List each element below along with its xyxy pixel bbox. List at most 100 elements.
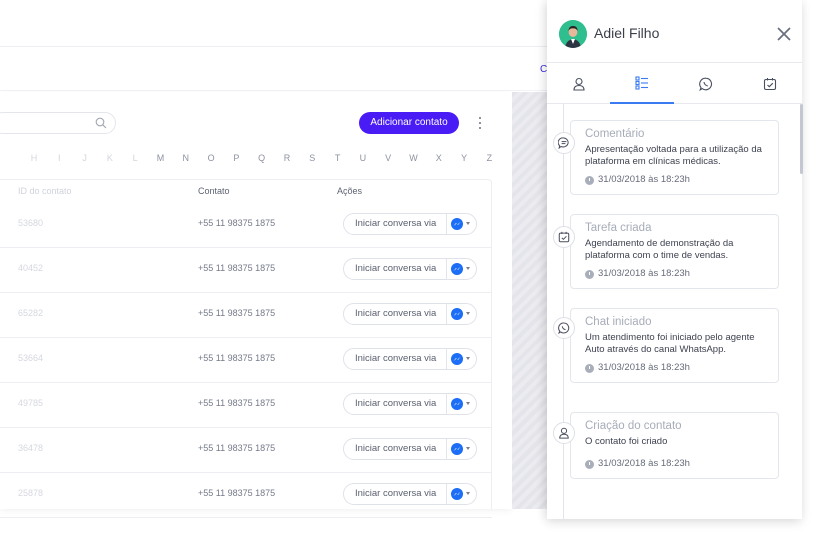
contact-phone: +55 11 98375 1875 [198, 443, 276, 453]
messenger-icon[interactable] [451, 218, 463, 230]
chevron-down-icon[interactable] [466, 312, 470, 315]
table-row: 65282 +55 11 98375 1875 Iniciar conversa v… [0, 293, 492, 338]
close-icon[interactable] [776, 26, 792, 42]
contact-id: 53664 [18, 353, 44, 363]
alphabet-letter[interactable]: Q [256, 153, 268, 163]
add-contact-button[interactable]: Adicionar contato [359, 112, 459, 134]
task-icon [763, 77, 777, 90]
messenger-icon[interactable] [451, 308, 463, 320]
divider [446, 259, 447, 279]
column-header-contact: Contato [198, 186, 230, 196]
timeline-line [563, 104, 564, 519]
event-body: Um atendimento foi iniciado pelo agente … [585, 332, 755, 355]
tab-chats[interactable] [674, 63, 738, 104]
alphabet-letter[interactable]: R [281, 153, 293, 163]
alphabet-letter[interactable]: O [205, 153, 217, 163]
column-header-actions: Ações [337, 186, 363, 196]
app-screen: C Adicionar contato HIJKLMNOPQRSTUVWXYZ … [0, 0, 824, 549]
timeline-card-chat: Chat iniciado Um atendimento foi iniciad… [570, 308, 779, 383]
alphabet-letter[interactable]: P [230, 153, 242, 163]
contact-phone: +55 11 98375 1875 [198, 353, 276, 363]
start-conversation-label: Iniciar conversa via [355, 263, 437, 274]
alphabet-letter[interactable]: Z [483, 153, 495, 163]
start-conversation-button[interactable]: Iniciar conversa via [343, 483, 477, 505]
divider [0, 90, 560, 91]
table-row: 53680 +55 11 98375 1875 Iniciar conversa v… [0, 203, 492, 248]
alphabet-letter[interactable]: K [104, 153, 116, 163]
start-conversation-button[interactable]: Iniciar conversa via [343, 438, 477, 460]
alphabet-letter[interactable]: N [180, 153, 192, 163]
alphabet-letter[interactable]: T [332, 153, 344, 163]
event-date: 31/03/2018 às 18:23h [585, 458, 768, 470]
chevron-down-icon[interactable] [466, 357, 470, 360]
whatsapp-icon [553, 317, 575, 339]
contact-id: 40452 [18, 263, 44, 273]
contact-phone: +55 11 98375 1875 [198, 488, 276, 498]
table-row: 53664 +55 11 98375 1875 Iniciar conversa v… [0, 338, 492, 383]
messenger-icon[interactable] [451, 488, 463, 500]
alphabet-letter[interactable]: S [306, 153, 318, 163]
clock-icon [585, 460, 594, 469]
alphabet-letter[interactable]: L [129, 153, 141, 163]
search-input[interactable] [0, 112, 116, 134]
messenger-icon[interactable] [451, 263, 463, 275]
alphabet-letter[interactable]: M [155, 153, 167, 163]
start-conversation-label: Iniciar conversa via [355, 218, 437, 229]
alphabet-letter[interactable]: I [53, 153, 65, 163]
start-conversation-button[interactable]: Iniciar conversa via [343, 348, 477, 370]
tab-timeline[interactable] [610, 63, 674, 104]
alphabet-letter[interactable]: X [433, 153, 445, 163]
event-title: Chat iniciado [585, 316, 652, 328]
contact-id: 65282 [18, 308, 44, 318]
chevron-down-icon[interactable] [466, 222, 470, 225]
messenger-icon[interactable] [451, 398, 463, 410]
alphabet-letter[interactable]: V [382, 153, 394, 163]
clock-icon [585, 270, 594, 279]
alphabet-letter[interactable]: H [28, 153, 40, 163]
start-conversation-label: Iniciar conversa via [355, 398, 437, 409]
alphabet-filter: H I J K L M N O P Q R S T U V W X Y Z [0, 153, 500, 167]
chevron-down-icon[interactable] [466, 447, 470, 450]
messenger-icon[interactable] [451, 353, 463, 365]
start-conversation-label: Iniciar conversa via [355, 443, 437, 454]
tab-profile[interactable] [547, 63, 611, 104]
start-conversation-button[interactable]: Iniciar conversa via [343, 303, 477, 325]
activity-timeline: Comentário Apresentação voltada para a u… [547, 104, 802, 519]
hatched-area [512, 92, 552, 509]
divider [0, 46, 560, 47]
scrollbar-thumb[interactable] [800, 104, 803, 174]
timeline-card-comment: Comentário Apresentação voltada para a u… [570, 120, 779, 195]
chevron-down-icon[interactable] [466, 402, 470, 405]
divider [446, 349, 447, 369]
table-row: 25878 +55 11 98375 1875 Iniciar conversa v… [0, 473, 492, 518]
search-icon [95, 117, 107, 129]
timeline-card-contact: Criação do contato O contato foi criado … [570, 412, 779, 479]
column-header-id: ID do contato [18, 186, 72, 196]
contact-phone: +55 11 98375 1875 [198, 218, 276, 228]
start-conversation-button[interactable]: Iniciar conversa via [343, 213, 477, 235]
alphabet-letter[interactable]: Y [458, 153, 470, 163]
start-conversation-button[interactable]: Iniciar conversa via [343, 258, 477, 280]
messenger-icon[interactable] [451, 443, 463, 455]
clock-icon [585, 364, 594, 373]
task-icon [553, 226, 575, 248]
user-icon [573, 77, 585, 91]
event-body: Agendamento de demonstração da plataform… [585, 238, 734, 261]
divider [446, 439, 447, 459]
chevron-down-icon[interactable] [466, 267, 470, 270]
more-options-icon[interactable] [476, 115, 484, 131]
tab-tasks[interactable] [738, 63, 802, 104]
start-conversation-button[interactable]: Iniciar conversa via [343, 393, 477, 415]
divider [446, 394, 447, 414]
divider [446, 304, 447, 324]
alphabet-letter[interactable]: J [79, 153, 91, 163]
chevron-down-icon[interactable] [466, 492, 470, 495]
alphabet-letter[interactable]: U [357, 153, 369, 163]
contact-phone: +55 11 98375 1875 [198, 308, 276, 318]
event-date: 31/03/2018 às 18:23h [585, 268, 768, 280]
event-body: Apresentação voltada para a utilização d… [585, 144, 762, 167]
contact-phone: +55 11 98375 1875 [198, 263, 276, 273]
divider [446, 484, 447, 504]
table-row: 49785 +55 11 98375 1875 Iniciar conversa v… [0, 383, 492, 428]
alphabet-letter[interactable]: W [408, 153, 420, 163]
